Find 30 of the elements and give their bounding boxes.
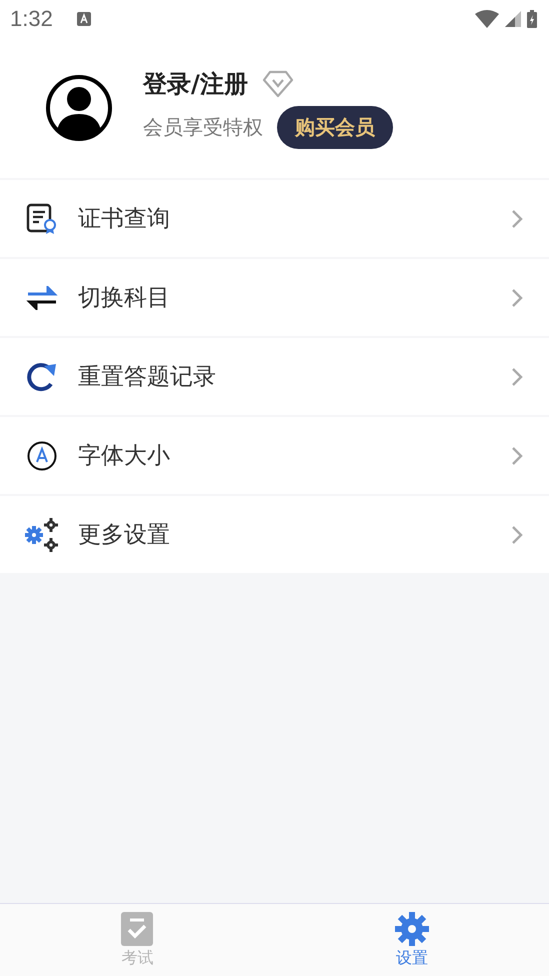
chevron-right-icon (511, 366, 523, 386)
menu-item[interactable]: 重置答题记录 (0, 338, 549, 415)
menu-item[interactable]: 切换科目 (0, 259, 549, 336)
settings-icon (394, 912, 429, 946)
menu-label: 重置答题记录 (78, 363, 217, 392)
menu-item[interactable]: 字体大小 (0, 417, 549, 494)
checklist-icon (121, 912, 154, 946)
member-subtitle: 会员享受特权 (143, 114, 263, 140)
login-link[interactable]: 登录/注册 (143, 68, 248, 100)
tab[interactable]: 设置 (352, 904, 472, 976)
menu-item[interactable]: 证书查询 (0, 180, 549, 257)
menu-item[interactable]: 更多设置 (0, 496, 549, 573)
chevron-right-icon (511, 524, 523, 544)
menu-label: 更多设置 (78, 521, 171, 550)
battery-icon (527, 10, 537, 28)
menu-label: 切换科目 (78, 284, 171, 313)
menu-label: 字体大小 (78, 442, 171, 471)
chevron-right-icon (511, 446, 523, 466)
swap-arrows-icon (24, 286, 60, 310)
buy-membership-button[interactable]: 购买会员 (277, 106, 393, 148)
diamond-icon (262, 70, 294, 98)
chevron-right-icon (511, 208, 523, 228)
notification-icon (76, 12, 91, 26)
signal-icon (505, 11, 521, 27)
avatar-icon[interactable] (45, 74, 113, 142)
gears-icon (24, 516, 60, 552)
status-time: 1:32 (10, 6, 53, 32)
wifi-icon (475, 10, 499, 28)
menu-label: 证书查询 (78, 205, 171, 234)
chevron-right-icon (511, 288, 523, 308)
